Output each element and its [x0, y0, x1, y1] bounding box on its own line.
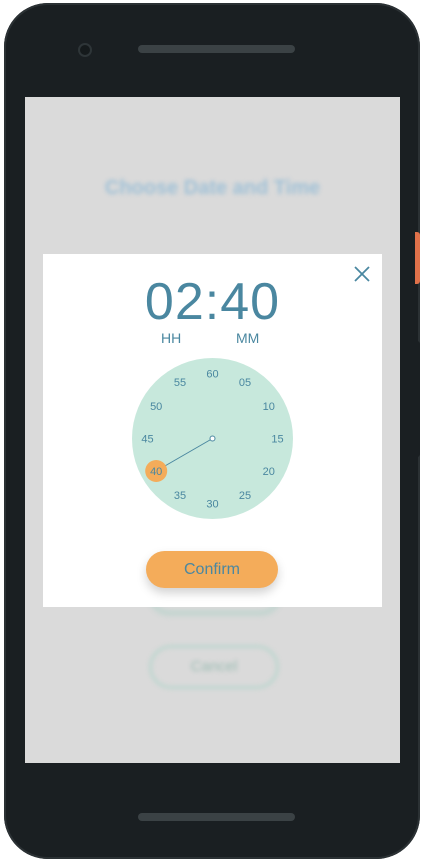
clock-dial: 60 05 10 15 20 25 30 35 40 45 50 55	[141, 369, 283, 511]
front-camera-icon	[78, 43, 92, 57]
background-title: Choose Date and Time	[104, 177, 321, 199]
bottom-speaker	[138, 813, 295, 821]
clock-tick-50[interactable]: 50	[150, 401, 162, 413]
clock-tick-10[interactable]: 10	[263, 401, 275, 413]
time-picker-dialog: 02:40 HH MM 60 05 10 15 20 25 30 35 40 45 50 55 Con…	[43, 254, 382, 607]
clock-tick-05[interactable]: 05	[239, 377, 251, 389]
background-cancel-button: Cancel	[149, 645, 279, 689]
clock-tick-60[interactable]: 60	[206, 369, 218, 381]
hours-label: HH	[161, 330, 182, 346]
top-speaker	[138, 45, 295, 53]
clock-tick-30[interactable]: 30	[206, 499, 218, 511]
confirm-button[interactable]: Confirm	[146, 551, 278, 588]
clock-center	[209, 435, 216, 442]
clock-tick-45[interactable]: 45	[141, 434, 153, 446]
clock-face[interactable]: 60 05 10 15 20 25 30 35 40 45 50 55	[132, 358, 293, 519]
clock-tick-55[interactable]: 55	[174, 377, 186, 389]
minutes-label: MM	[236, 330, 260, 346]
power-button[interactable]	[415, 232, 420, 284]
clock-tick-20[interactable]: 20	[263, 466, 275, 478]
time-display: 02:40	[144, 273, 281, 331]
clock-tick-40[interactable]: 40	[150, 466, 162, 478]
clock-tick-35[interactable]: 35	[174, 490, 186, 502]
clock-tick-25[interactable]: 25	[239, 490, 251, 502]
clock-tick-15[interactable]: 15	[271, 434, 283, 446]
volume-button[interactable]	[415, 341, 420, 457]
